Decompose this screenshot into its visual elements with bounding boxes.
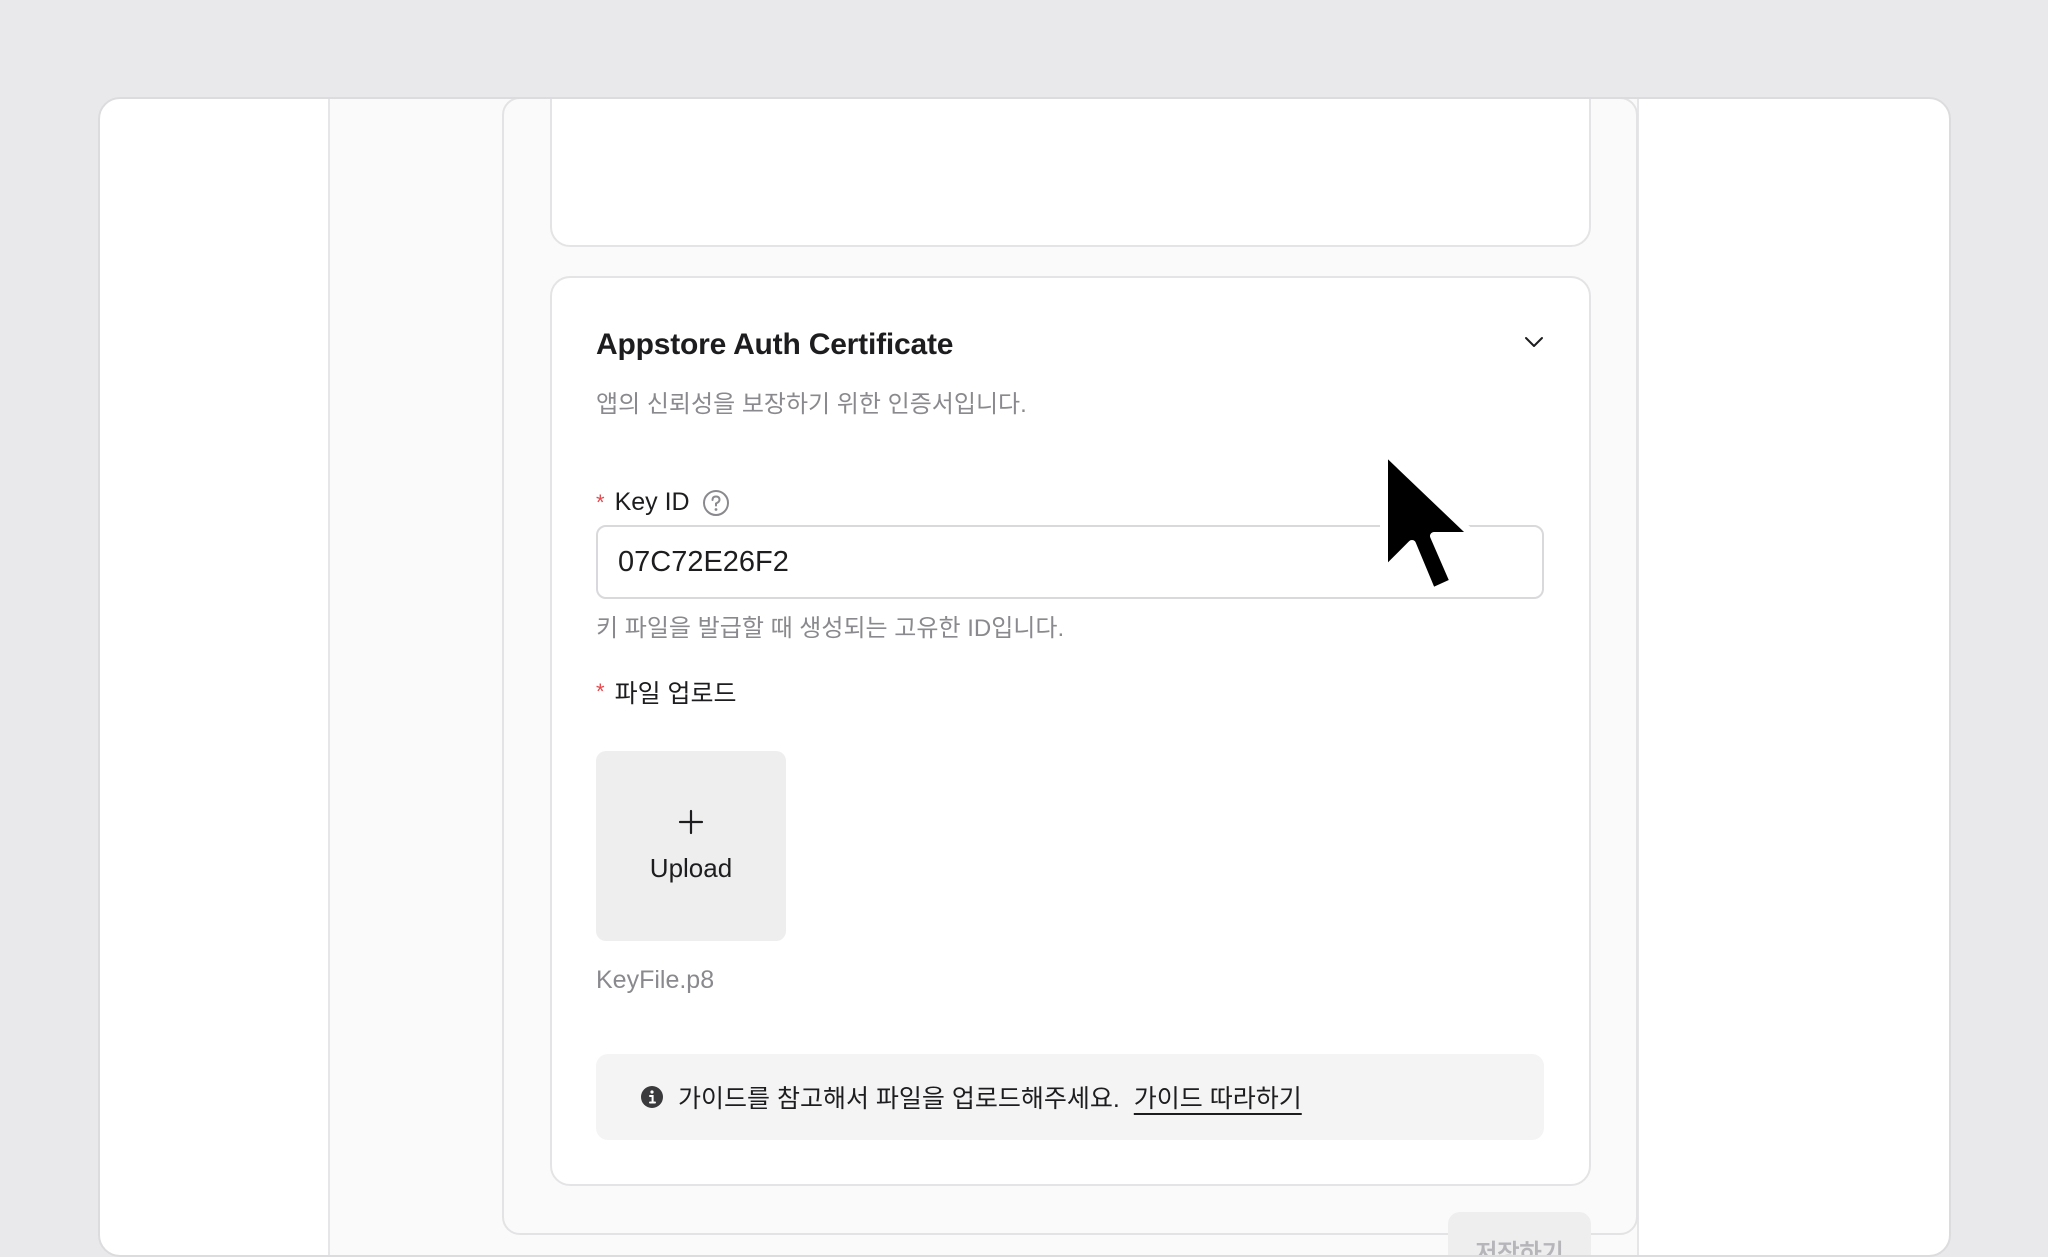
key-id-label: * Key ID: [596, 488, 730, 517]
question-circle-icon[interactable]: [702, 489, 730, 517]
appstore-auth-certificate-card: Appstore Auth Certificate 앱의 신뢰성을 보장하기 위…: [550, 276, 1591, 1186]
key-id-hint: 키 파일을 발급할 때 생성되는 고유한 ID입니다.: [596, 615, 1065, 642]
chevron-down-icon[interactable]: [1522, 330, 1546, 354]
card-description: 앱의 신뢰성을 보장하기 위한 인증서입니다.: [596, 391, 1027, 418]
guide-text: 가이드를 참고해서 파일을 업로드해주세요.: [678, 1085, 1120, 1113]
file-upload-label-text: 파일 업로드: [614, 680, 737, 708]
guide-banner: 가이드를 참고해서 파일을 업로드해주세요. 가이드 따라하기: [596, 1054, 1544, 1140]
guide-link[interactable]: 가이드 따라하기: [1134, 1079, 1302, 1115]
info-circle-icon: [641, 1086, 663, 1108]
uploaded-file-name[interactable]: KeyFile.p8: [596, 966, 714, 995]
required-mark: *: [596, 489, 605, 515]
save-button[interactable]: 저장하기: [1448, 1212, 1591, 1255]
app-window: Appstore Auth Certificate 앱의 신뢰성을 보장하기 위…: [98, 97, 1951, 1257]
previous-section-card: [550, 99, 1591, 247]
key-id-label-text: Key ID: [614, 488, 690, 516]
upload-label: Upload: [649, 852, 733, 883]
plus-icon: [678, 809, 704, 834]
file-upload-label: * 파일 업로드: [596, 674, 737, 710]
card-title: Appstore Auth Certificate: [596, 328, 954, 361]
required-mark: *: [596, 679, 605, 704]
upload-button[interactable]: Upload: [596, 751, 786, 941]
mouse-pointer-icon: [1380, 446, 1478, 596]
